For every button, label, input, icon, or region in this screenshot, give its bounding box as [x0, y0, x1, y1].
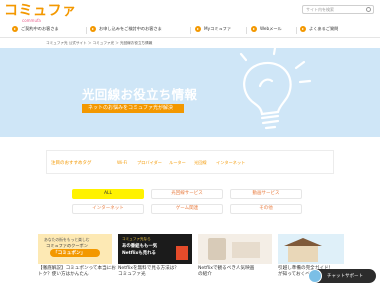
category-other-button[interactable]: その他 [230, 204, 302, 214]
card-banner-highlight: 「コミュポン」 [53, 250, 86, 256]
card-caption-netflix-movies[interactable]: Netflixで観るべき人気映画 の紹介 [198, 266, 254, 278]
chat-support-button[interactable]: チャットサポート [308, 269, 376, 283]
roof-shape [284, 238, 322, 246]
lightbulb-illustration [239, 48, 312, 130]
nav-label: お申し込みをご検討中のお客さま [99, 26, 162, 31]
nav-prospective-customers[interactable]: お申し込みをご検討中のお客さま [90, 26, 162, 32]
tag-wifi[interactable]: Wi-Fi [117, 160, 127, 165]
clapperboard-icon [176, 246, 188, 260]
card-banner-highlight: Netflixも見れる [122, 251, 156, 256]
nav-label: よくあるご質問 [309, 26, 339, 31]
nav-divider [86, 27, 87, 34]
tags-label: 注目のおすすめタグ [51, 161, 92, 166]
category-fiber-service-button[interactable]: 光回線サービス [151, 189, 223, 199]
category-internet-button[interactable]: インターネット [72, 204, 144, 214]
card-caption-line2: コミュファ光 [118, 272, 146, 277]
category-video-service-button[interactable]: 動画サービス [230, 189, 302, 199]
nav-webmail[interactable]: Webメール [251, 26, 282, 32]
arrow-circle-icon [90, 26, 96, 32]
nav-divider [246, 27, 247, 34]
card-caption-line2: トク？使い方はかんたん [38, 272, 89, 277]
nav-faq[interactable]: よくあるご質問 [300, 26, 338, 32]
nav-label: Webメール [260, 26, 282, 31]
article-card-netflix-movies[interactable] [198, 234, 272, 264]
arrow-circle-icon [300, 26, 306, 32]
card-caption-commupon[interactable]: 【徹底解説】コミュポンって本当にお トク？使い方はかんたん [38, 266, 116, 278]
chat-support-label: チャットサポート [327, 274, 363, 279]
nav-my-commufa[interactable]: Myコミュファ [195, 26, 231, 32]
arrow-circle-icon [195, 26, 201, 32]
nav-current-customers[interactable]: ご契約中のお客さま [12, 26, 59, 32]
article-card-commupon[interactable]: あなたの街をもっと楽しむ コミュファのクーポン 「コミュポン」 [38, 234, 112, 264]
breadcrumb[interactable]: コミュファ光 公式サイト ＞ コミュファ光 ＞ 光回線お役立ち情報 [46, 41, 152, 46]
arrow-circle-icon [12, 26, 18, 32]
arrow-circle-icon [251, 26, 257, 32]
hero-subtitle: ネットのお悩みをコミュファ光が解決 [88, 105, 174, 111]
tag-provider[interactable]: プロバイダー [137, 160, 162, 166]
support-avatar [308, 269, 322, 283]
search-placeholder: サイト内を検索 [306, 7, 334, 12]
tag-router[interactable]: ルーター [169, 160, 186, 166]
card-banner-line2: あの番組もも一気 [122, 244, 158, 249]
nav-label: Myコミュファ [204, 26, 232, 31]
house-illustration [288, 244, 318, 262]
commufa-logo[interactable]: コミュファ commufa [4, 4, 77, 24]
card-banner-line1: コミュファ光なら [122, 237, 151, 241]
tag-fiber[interactable]: 光回線 [194, 160, 207, 166]
tag-internet[interactable]: インターネット [216, 160, 245, 166]
article-card-moving-guide[interactable] [278, 234, 344, 264]
article-card-netflix[interactable]: コミュファ光なら あの番組もも一気 Netflixも見れる [118, 234, 192, 264]
card-image-shape [208, 238, 226, 260]
hero-title: 光回線お役立ち情報 [82, 87, 198, 102]
card-image-shape [232, 242, 260, 258]
nav-divider [190, 27, 191, 34]
logo-text: コミュファ [4, 3, 77, 19]
card-caption-netflix[interactable]: Netflixを無料で見る方法は？ コミュファ光 [118, 266, 179, 278]
category-game-button[interactable]: ゲーム関連 [151, 204, 223, 214]
search-input[interactable]: サイト内を検索 [302, 5, 374, 14]
category-all-button[interactable]: ALL [72, 189, 144, 199]
nav-label: ご契約中のお客さま [21, 26, 59, 31]
card-caption-line2: の紹介 [198, 272, 212, 277]
nav-divider [296, 27, 297, 34]
search-icon[interactable] [366, 7, 371, 12]
